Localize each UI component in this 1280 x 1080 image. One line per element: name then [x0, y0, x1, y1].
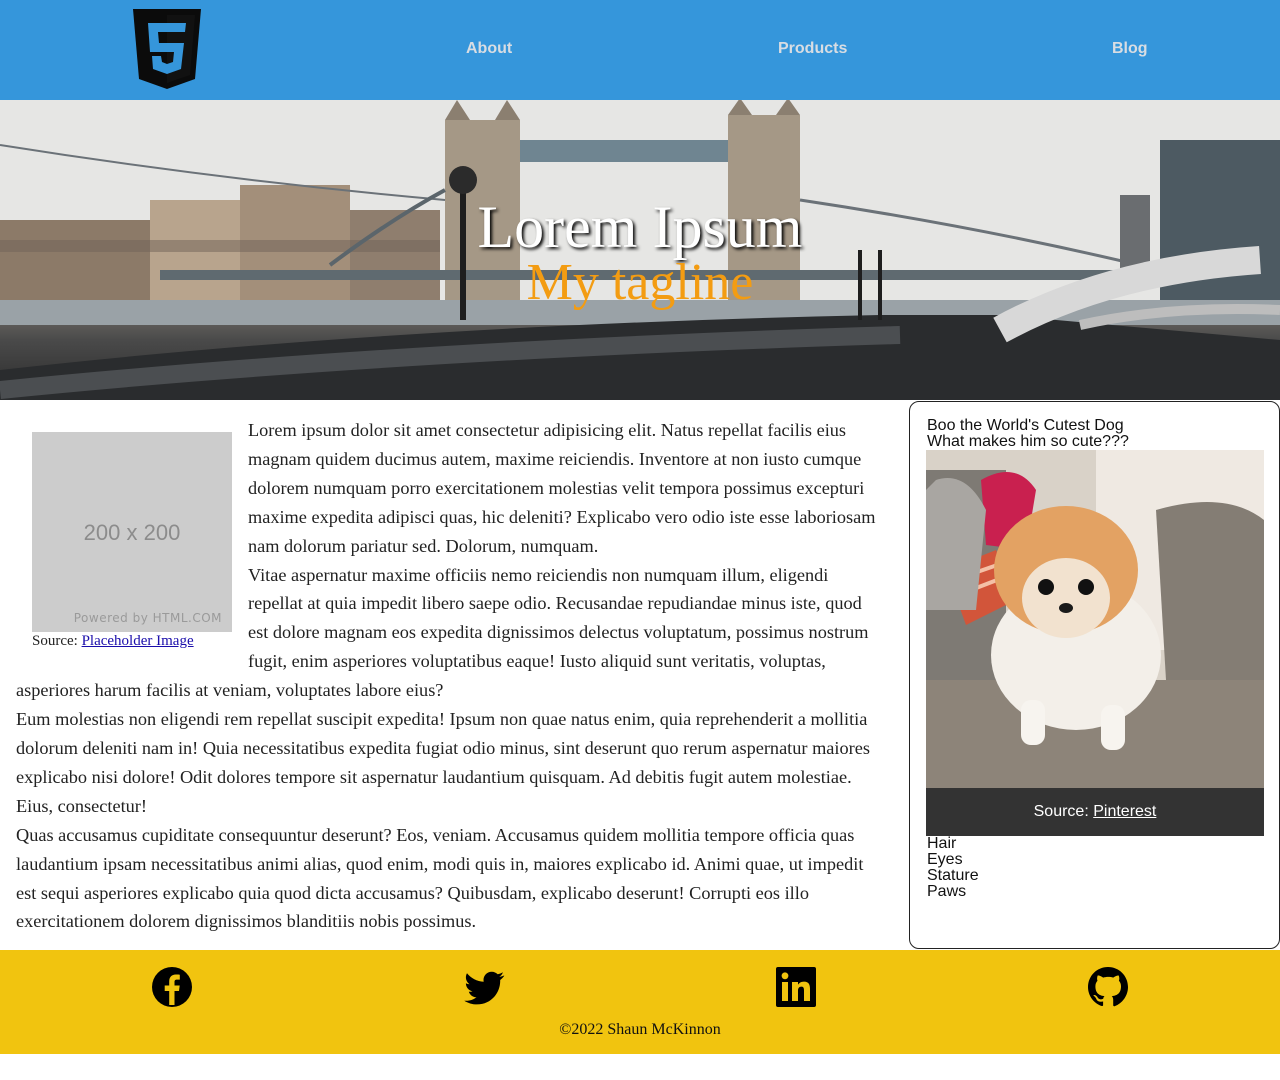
nav-blog[interactable]: Blog	[1112, 38, 1148, 60]
pinterest-source-link[interactable]: Pinterest	[1093, 803, 1156, 820]
nav-products[interactable]: Products	[778, 38, 847, 60]
placeholder-image: 200 x 200 Powered by HTML.COM	[32, 432, 232, 632]
dog-photo	[926, 450, 1264, 788]
facebook-icon[interactable]	[150, 965, 194, 1009]
placeholder-figure: 200 x 200 Powered by HTML.COM Source: Pl…	[32, 432, 232, 650]
paragraph: Eum molestias non eligendi rem repellat …	[16, 709, 870, 816]
hero-tagline: My tagline	[526, 254, 754, 311]
placeholder-source-link[interactable]: Placeholder Image	[82, 633, 194, 649]
list-item: Hair	[927, 835, 957, 852]
github-icon[interactable]	[1086, 965, 1130, 1009]
placeholder-size-text: 200 x 200	[83, 520, 181, 545]
list-item: Eyes	[927, 851, 963, 868]
hero-banner: Lorem Ipsum My tagline	[0, 100, 1280, 400]
sidebar-card: Boo the World's Cutest Dog What makes hi…	[909, 401, 1280, 949]
sidebar-heading: Boo the World's Cutest Dog	[927, 417, 1124, 434]
placeholder-powered-text: Powered by HTML.COM	[73, 611, 222, 625]
list-item: Paws	[927, 883, 967, 900]
placeholder-caption: Source: Placeholder Image	[32, 632, 232, 650]
caption-prefix: Source:	[32, 633, 82, 649]
dog-photo-caption: Source: Pinterest	[926, 788, 1264, 836]
twitter-icon[interactable]	[462, 965, 506, 1009]
caption-prefix: Source:	[1033, 803, 1094, 820]
copyright-text: ©2022 Shaun McKinnon	[559, 1021, 721, 1038]
sidebar-subheading: What makes him so cute???	[927, 433, 1129, 450]
list-item: Stature	[927, 867, 979, 884]
linkedin-icon[interactable]	[774, 965, 818, 1009]
site-footer: ©2022 Shaun McKinnon	[0, 950, 1280, 1054]
site-header: About Products Blog	[0, 0, 1280, 100]
paragraph: Quas accusamus cupiditate consequuntur d…	[16, 824, 864, 932]
main-content: Lorem ipsum dolor sit amet consectetur a…	[0, 400, 906, 950]
nav-about[interactable]: About	[466, 38, 512, 60]
html5-logo-icon[interactable]	[133, 9, 201, 89]
